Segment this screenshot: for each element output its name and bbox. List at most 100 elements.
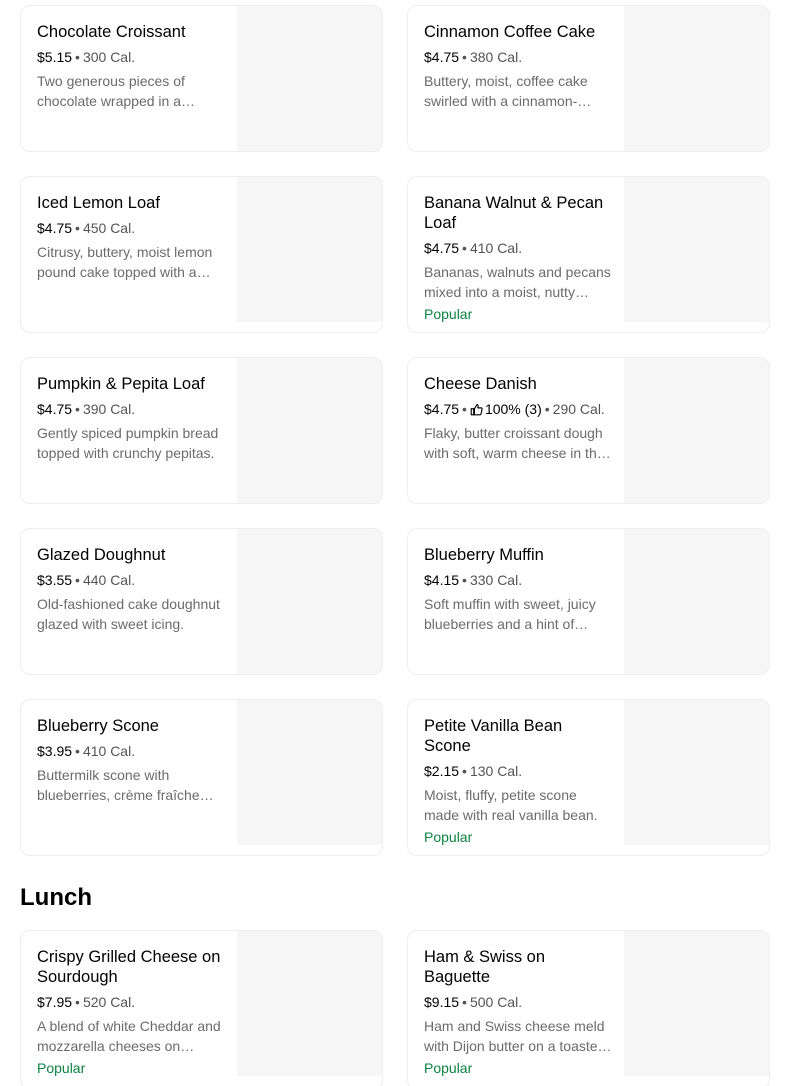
menu-item-card[interactable]: Cinnamon Coffee Cake $4.75 • 380 Cal. Butt… (407, 5, 770, 152)
menu-item-info: Blueberry Scone $3.95 • 410 Cal. Buttermil… (21, 700, 237, 855)
item-description: Buttermilk scone with blueberries, crème… (37, 767, 200, 803)
item-name: Cinnamon Coffee Cake (424, 23, 596, 41)
item-name: Crispy Grilled Cheese on Sourdough (37, 948, 221, 986)
item-name: Ham & Swiss on Baguette (424, 948, 546, 986)
menu-item-info: Petite Vanilla Bean Scone $2.15 • 130 Cal.… (408, 700, 624, 855)
menu-item-info: Ham & Swiss on Baguette $9.15 • 500 Cal. H… (408, 931, 624, 1086)
item-meta: $4.75 • 410 Cal. (424, 238, 612, 258)
separator-dot: • (75, 220, 80, 236)
menu-item-info: Blueberry Muffin $4.15 • 330 Cal. Soft muf… (408, 529, 624, 674)
item-rating: 100% (3) (470, 401, 542, 417)
menu-item-info: Crispy Grilled Cheese on Sourdough $7.95… (21, 931, 237, 1086)
item-image (624, 177, 769, 322)
item-calories: 130 Cal. (469, 763, 523, 779)
item-price: $4.75 (424, 240, 460, 256)
separator-dot: • (75, 401, 80, 417)
menu-item-card[interactable]: Blueberry Muffin $4.15 • 330 Cal. Soft muf… (407, 528, 770, 675)
menu-item-info: Cheese Danish $4.75 • 100% (3) • 290 Cal. Fl… (408, 358, 624, 503)
item-description: Buttery, moist, coffee cake swirled with… (424, 73, 588, 109)
item-price: $2.15 (424, 763, 460, 779)
item-description: Two generous pieces of chocolate wrapped… (37, 73, 185, 109)
separator-dot: • (462, 572, 467, 588)
popular-badge: Popular (424, 306, 473, 322)
item-calories: 330 Cal. (469, 572, 523, 588)
item-image (237, 6, 382, 151)
item-name: Glazed Doughnut (37, 546, 166, 564)
menu-item-card[interactable]: Banana Walnut & Pecan Loaf $4.75 • 410 Cal… (407, 176, 770, 333)
item-description: Ham and Swiss cheese meld with Dijon but… (424, 1018, 606, 1054)
menu-item-card[interactable]: Petite Vanilla Bean Scone $2.15 • 130 Cal.… (407, 699, 770, 856)
item-price: $7.95 (37, 994, 73, 1010)
item-description: Flaky, butter croissant dough with soft,… (424, 425, 605, 461)
menu-item-card[interactable]: Iced Lemon Loaf $4.75 • 450 Cal. Citrusy, … (20, 176, 383, 333)
item-description: Old-fashioned cake doughnut glazed with … (37, 596, 220, 632)
lunch-item-grid: Crispy Grilled Cheese on Sourdough $7.95… (20, 930, 770, 1086)
item-image (237, 931, 382, 1076)
item-price: $3.95 (37, 743, 73, 759)
item-calories: 520 Cal. (82, 994, 136, 1010)
item-price: $4.75 (37, 401, 73, 417)
item-calories: 440 Cal. (82, 572, 136, 588)
item-meta: $4.75 • 100% (3) • 290 Cal. (424, 399, 612, 419)
item-description: Citrusy, buttery, moist lemon pound cake… (37, 244, 213, 280)
popular-badge: Popular (424, 829, 473, 845)
item-description: Gently spiced pumpkin bread topped with … (37, 425, 219, 461)
menu-item-info: Cinnamon Coffee Cake $4.75 • 380 Cal. Butt… (408, 6, 624, 151)
item-meta: $4.75 • 450 Cal. (37, 218, 225, 238)
separator-dot: • (462, 994, 467, 1010)
separator-dot: • (462, 240, 467, 256)
item-calories: 290 Cal. (552, 401, 605, 417)
item-name: Petite Vanilla Bean Scone (424, 717, 563, 755)
menu-item-card[interactable]: Glazed Doughnut $3.55 • 440 Cal. Old-fashi… (20, 528, 383, 675)
item-price: $4.75 (424, 49, 460, 65)
menu-item-info: Banana Walnut & Pecan Loaf $4.75 • 410 Cal… (408, 177, 624, 332)
menu-item-info: Iced Lemon Loaf $4.75 • 450 Cal. Citrusy, … (21, 177, 237, 332)
popular-badge: Popular (37, 1060, 86, 1076)
item-meta: $4.75 • 380 Cal. (424, 47, 612, 67)
separator-dot: • (462, 49, 467, 65)
item-calories: 380 Cal. (469, 49, 523, 65)
menu-item-info: Chocolate Croissant $5.15 • 300 Cal. Two g… (21, 6, 237, 151)
menu-item-card[interactable]: Blueberry Scone $3.95 • 410 Cal. Buttermil… (20, 699, 383, 856)
item-calories: 450 Cal. (82, 220, 136, 236)
item-image (624, 358, 769, 503)
item-name: Cheese Danish (424, 375, 537, 393)
menu-item-card[interactable]: Pumpkin & Pepita Loaf $4.75 • 390 Cal. Gen… (20, 357, 383, 504)
item-name: Blueberry Muffin (424, 546, 544, 564)
item-meta: $7.95 • 520 Cal. (37, 992, 225, 1012)
item-image (624, 700, 769, 845)
item-image (237, 177, 382, 322)
item-price: $4.75 (37, 220, 73, 236)
popular-badge: Popular (424, 1060, 473, 1076)
separator-dot: • (75, 49, 80, 65)
item-description: A blend of white Cheddar and mozzarella … (37, 1018, 221, 1054)
item-description: Bananas, walnuts and pecans mixed into a… (424, 264, 611, 300)
item-meta: $2.15 • 130 Cal. (424, 761, 612, 781)
item-meta: $4.15 • 330 Cal. (424, 570, 612, 590)
menu-item-info: Glazed Doughnut $3.55 • 440 Cal. Old-fashi… (21, 529, 237, 674)
item-price: $4.15 (424, 572, 460, 588)
menu-item-card[interactable]: Chocolate Croissant $5.15 • 300 Cal. Two g… (20, 5, 383, 152)
menu-page: Chocolate Croissant $5.15 • 300 Cal. Two g… (0, 0, 804, 1086)
item-calories: 390 Cal. (82, 401, 136, 417)
item-calories: 300 Cal. (82, 49, 136, 65)
item-description: Moist, fluffy, petite scone made with re… (424, 787, 598, 823)
separator-dot: • (75, 743, 80, 759)
item-price: $4.75 (424, 401, 460, 417)
item-name: Banana Walnut & Pecan Loaf (424, 194, 604, 232)
item-calories: 410 Cal. (469, 240, 523, 256)
separator-dot: • (75, 994, 80, 1010)
item-meta: $5.15 • 300 Cal. (37, 47, 225, 67)
separator-dot: • (75, 572, 80, 588)
item-image (624, 529, 769, 674)
item-image (237, 700, 382, 845)
item-image (237, 529, 382, 674)
item-calories: 500 Cal. (469, 994, 523, 1010)
item-meta: $9.15 • 500 Cal. (424, 992, 612, 1012)
item-meta: $3.95 • 410 Cal. (37, 741, 225, 761)
menu-item-card[interactable]: Cheese Danish $4.75 • 100% (3) • 290 Cal. Fl… (407, 357, 770, 504)
item-rating-value: 100% (3) (484, 401, 542, 417)
menu-item-card[interactable]: Crispy Grilled Cheese on Sourdough $7.95… (20, 930, 383, 1086)
menu-item-card[interactable]: Ham & Swiss on Baguette $9.15 • 500 Cal. H… (407, 930, 770, 1086)
item-name: Chocolate Croissant (37, 23, 186, 41)
